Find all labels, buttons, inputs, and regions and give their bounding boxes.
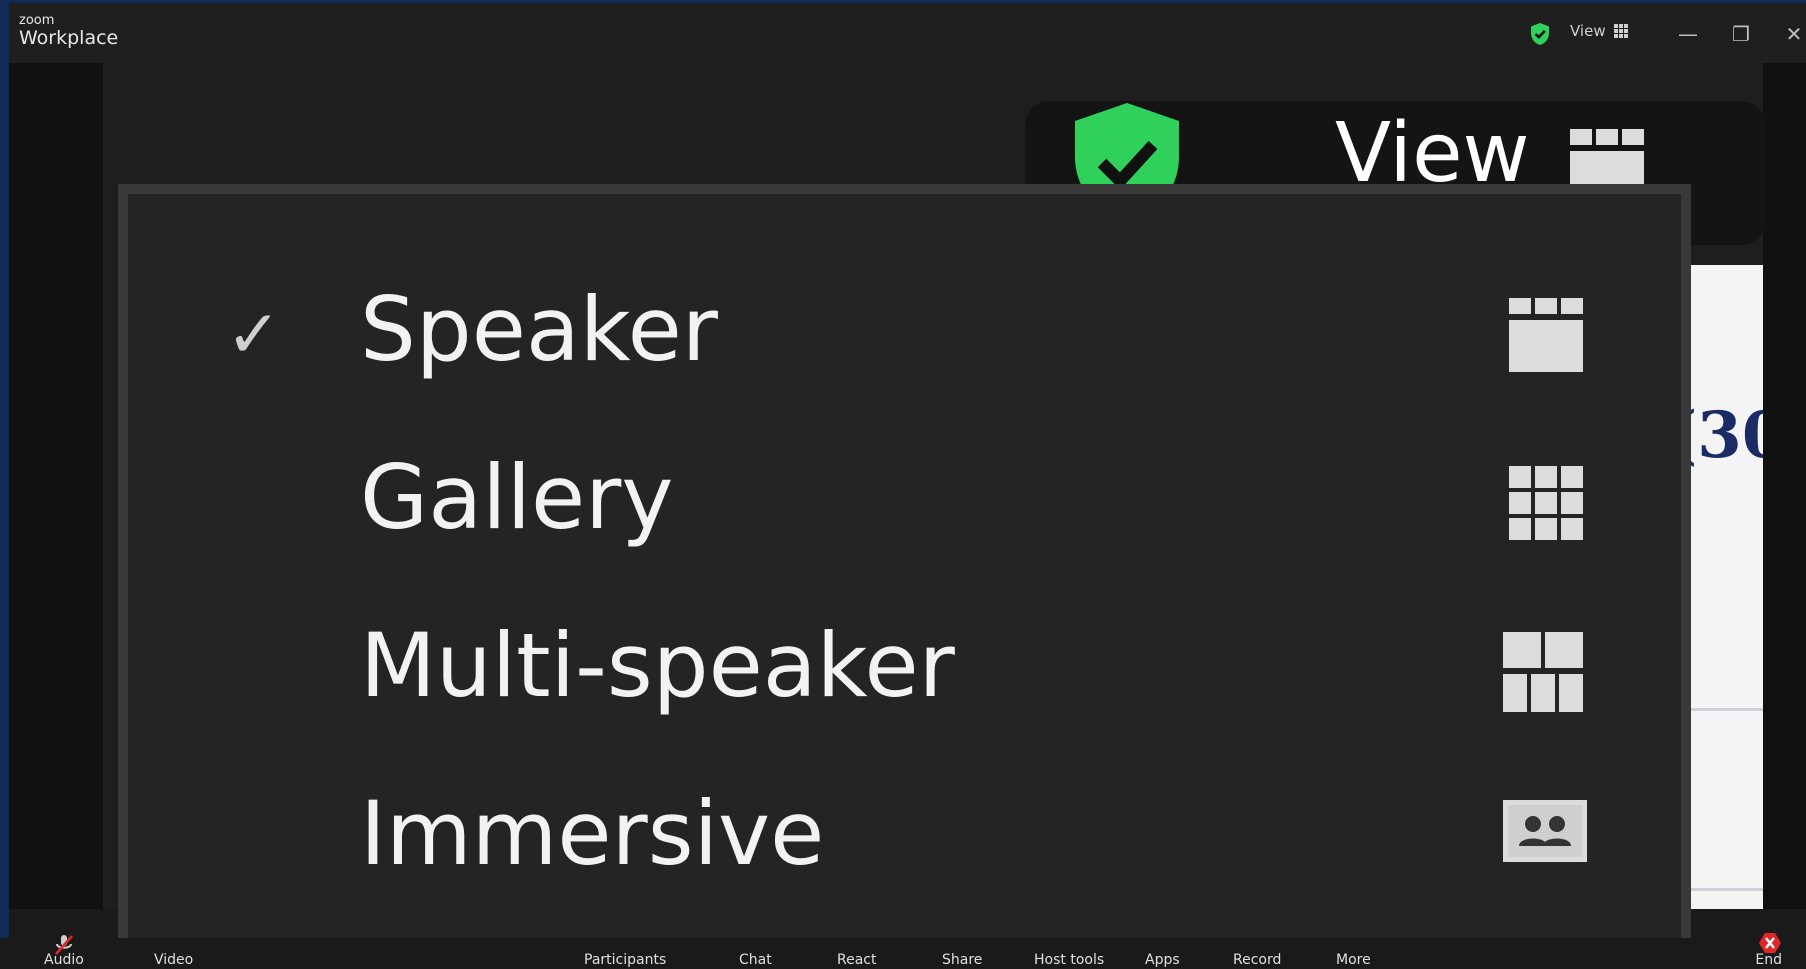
menu-item-label: Speaker xyxy=(360,278,718,381)
logo-zoom: zoom xyxy=(19,13,55,28)
share-button[interactable]: Share xyxy=(942,952,982,968)
speaker-view-icon xyxy=(1509,298,1583,372)
minimize-button[interactable]: — xyxy=(1671,17,1705,51)
react-label: React xyxy=(837,952,877,968)
apps-button[interactable]: Apps xyxy=(1145,952,1180,968)
restore-button[interactable]: ❐ xyxy=(1724,17,1758,51)
record-button[interactable]: Record xyxy=(1233,952,1281,968)
immersive-view-icon xyxy=(1503,800,1587,862)
participants-button[interactable]: Participants xyxy=(584,952,666,968)
view-button-label: View xyxy=(1335,106,1530,201)
video-button[interactable]: Video xyxy=(154,952,193,968)
security-shield-icon[interactable] xyxy=(1528,22,1552,46)
host-tools-button[interactable]: Host tools xyxy=(1034,952,1104,968)
logo-workplace: Workplace xyxy=(19,27,119,49)
menu-item-label: Multi-speaker xyxy=(360,614,955,717)
host-tools-label: Host tools xyxy=(1034,952,1105,968)
multi-speaker-view-icon xyxy=(1503,632,1583,712)
muted-mic-icon xyxy=(54,935,73,955)
audio-button[interactable]: Audio xyxy=(44,935,84,968)
title-bar: zoom Workplace View — ❐ ✕ xyxy=(9,3,1806,63)
menu-item-multi-speaker[interactable]: Multi-speaker xyxy=(128,592,1681,742)
menu-item-speaker[interactable]: ✓ Speaker xyxy=(128,256,1681,406)
chat-label: Chat xyxy=(739,952,772,968)
chat-button[interactable]: Chat xyxy=(739,952,772,968)
checkmark-icon: ✓ xyxy=(226,296,282,373)
zoom-window: zoom Workplace View — ❐ ✕ (30 xyxy=(9,3,1806,969)
menu-item-immersive[interactable]: Immersive xyxy=(128,760,1681,910)
gallery-grid-icon xyxy=(1613,24,1628,38)
meeting-toolbar: Audio Video Participants Chat React Shar… xyxy=(0,933,1806,969)
menu-item-gallery[interactable]: Gallery xyxy=(128,424,1681,574)
record-label: Record xyxy=(1233,952,1282,968)
end-meeting-icon xyxy=(1759,933,1781,953)
view-menu: ✓ Speaker Gallery Multi-speaker Immersiv… xyxy=(118,184,1691,954)
menu-item-label: Gallery xyxy=(360,446,674,549)
more-button[interactable]: More xyxy=(1336,952,1371,968)
end-button[interactable]: End xyxy=(1755,933,1782,968)
video-label: Video xyxy=(154,952,194,968)
gallery-view-icon xyxy=(1509,466,1583,540)
menu-item-label: Immersive xyxy=(360,782,825,885)
participants-label: Participants xyxy=(584,952,667,968)
react-button[interactable]: React xyxy=(837,952,876,968)
more-label: More xyxy=(1336,952,1371,968)
apps-label: Apps xyxy=(1145,952,1180,968)
close-button[interactable]: ✕ xyxy=(1777,17,1806,51)
titlebar-view-button[interactable]: View xyxy=(1570,22,1628,40)
end-label: End xyxy=(1755,952,1782,968)
share-label: Share xyxy=(942,952,983,968)
zoom-logo: zoom Workplace xyxy=(19,14,118,48)
titlebar-view-label: View xyxy=(1570,22,1606,40)
